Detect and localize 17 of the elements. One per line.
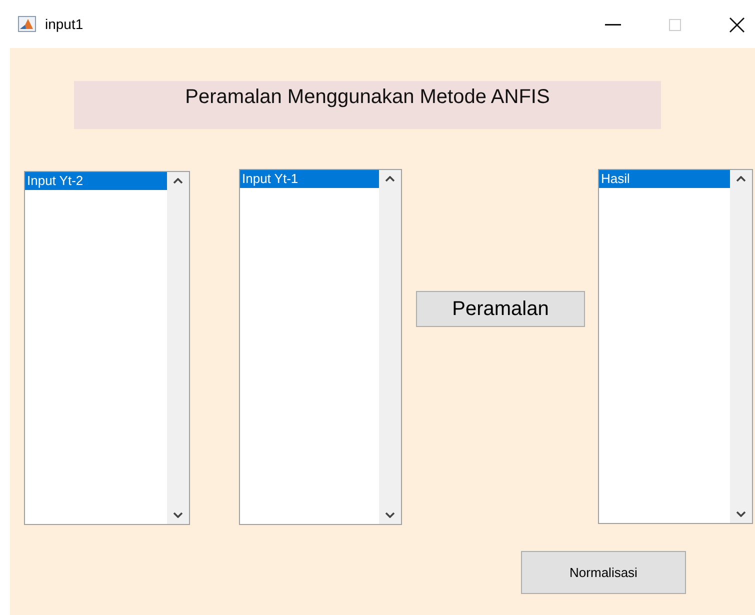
list-item[interactable]: Input Yt-2 xyxy=(25,172,167,190)
scroll-up-icon[interactable] xyxy=(385,176,395,182)
heading: Peramalan Menggunakan Metode ANFIS xyxy=(74,81,661,129)
scroll-down-icon[interactable] xyxy=(173,512,183,518)
window-title: input1 xyxy=(45,16,84,32)
list-box[interactable]: Input Yt-2 xyxy=(24,171,190,525)
scroll-up-icon[interactable] xyxy=(736,176,746,182)
list-item[interactable]: Input Yt-1 xyxy=(240,170,379,188)
scroll-down-icon[interactable] xyxy=(385,512,395,518)
app-icon xyxy=(18,16,36,32)
scroll-down-icon[interactable] xyxy=(736,511,746,517)
list-box[interactable]: Hasil xyxy=(598,169,753,524)
list-item[interactable]: Hasil xyxy=(599,170,730,188)
list-box[interactable]: Input Yt-1 xyxy=(239,169,402,525)
action-button[interactable]: Normalisasi xyxy=(521,551,686,594)
scroll-up-icon[interactable] xyxy=(173,178,183,184)
action-button[interactable]: Peramalan xyxy=(416,291,585,327)
